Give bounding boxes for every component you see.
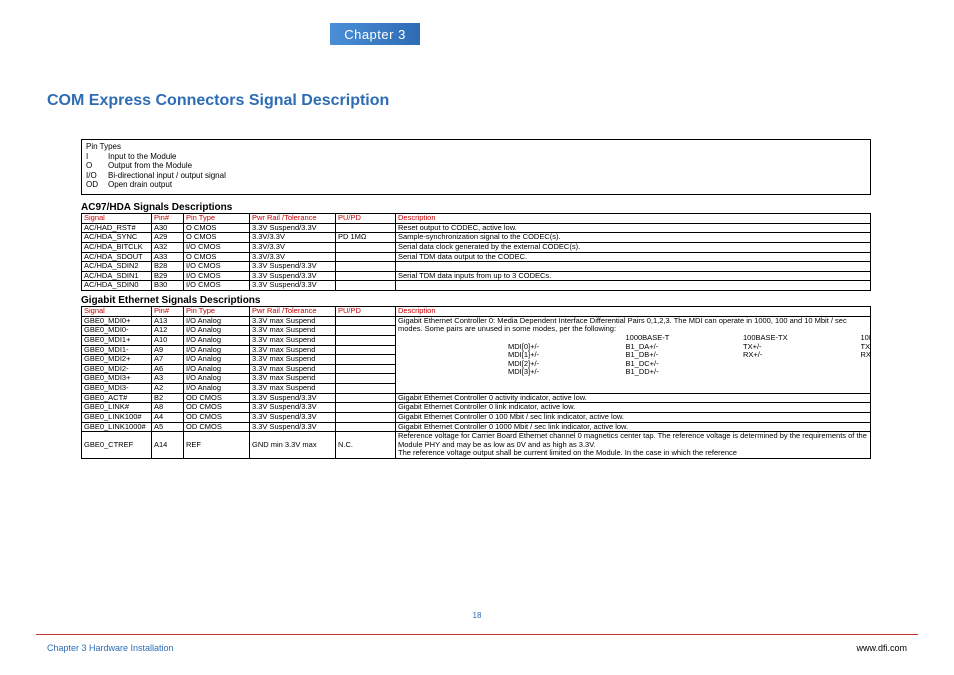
col-header: Pin Type bbox=[184, 214, 250, 224]
table-row: AC/HDA_SDIN1B29I/O CMOS3.3V Suspend/3.3V… bbox=[82, 271, 871, 281]
col-header: Description bbox=[396, 214, 871, 224]
page-title: COM Express Connectors Signal Descriptio… bbox=[47, 92, 389, 110]
col-header: PU/PD bbox=[336, 307, 396, 317]
col-header: Signal bbox=[82, 307, 152, 317]
gbe-table: SignalPin#Pin TypePwr Rail /TolerancePU/… bbox=[81, 306, 871, 459]
col-header: Signal bbox=[82, 214, 152, 224]
table-row: GBE0_LINK100#A4OD CMOS3.3V Suspend/3.3VG… bbox=[82, 412, 871, 422]
gbe-title: Gigabit Ethernet Signals Descriptions bbox=[81, 295, 871, 306]
col-header: PU/PD bbox=[336, 214, 396, 224]
gbe-table-wrap: Gigabit Ethernet Signals Descriptions Si… bbox=[81, 295, 871, 459]
pin-type-row: OOutput from the Module bbox=[86, 161, 866, 171]
ac97-table-wrap: AC97/HDA Signals Descriptions SignalPin#… bbox=[81, 202, 871, 291]
ac97-title: AC97/HDA Signals Descriptions bbox=[81, 202, 871, 213]
pin-types-box: Pin Types IInput to the ModuleOOutput fr… bbox=[81, 139, 871, 195]
col-header: Pin Type bbox=[184, 307, 250, 317]
col-header: Pin# bbox=[152, 214, 184, 224]
table-row: GBE0_CTREFA14REFGND min 3.3V maxN.C.Refe… bbox=[82, 432, 871, 459]
footer-left: Chapter 3 Hardware Installation bbox=[47, 643, 174, 653]
col-header: Pin# bbox=[152, 307, 184, 317]
footer-rule bbox=[36, 634, 918, 635]
col-header: Description bbox=[396, 307, 871, 317]
table-row: AC/HDA_BITCLKA32I/O CMOS3.3V/3.3VSerial … bbox=[82, 242, 871, 252]
table-row: AC/HDA_SDIN2B28I/O CMOS3.3V Suspend/3.3V bbox=[82, 262, 871, 272]
pin-types-header: Pin Types bbox=[86, 142, 866, 152]
table-row: AC/HAD_RST#A30O CMOS3.3V Suspend/3.3VRes… bbox=[82, 223, 871, 233]
col-header: Pwr Rail /Tolerance bbox=[250, 214, 336, 224]
pin-type-row: ODOpen drain output bbox=[86, 180, 866, 190]
table-row: GBE0_ACT#B2OD CMOS3.3V Suspend/3.3VGigab… bbox=[82, 393, 871, 403]
ac97-table: SignalPin#Pin TypePwr Rail /TolerancePU/… bbox=[81, 213, 871, 291]
table-row: AC/HDA_SDIN0B30I/O CMOS3.3V Suspend/3.3V bbox=[82, 281, 871, 291]
table-row: GBE0_LINK#A8OD CMOS3.3V Suspend/3.3VGiga… bbox=[82, 403, 871, 413]
chapter-tab: Chapter 3 bbox=[330, 23, 420, 45]
mdi-desc-cell: Gigabit Ethernet Controller 0: Media Dep… bbox=[396, 316, 871, 393]
table-row: GBE0_MDI0+A13I/O Analog3.3V max SuspendG… bbox=[82, 316, 871, 326]
table-row: AC/HDA_SDOUTA33O CMOS3.3V/3.3VSerial TDM… bbox=[82, 252, 871, 262]
table-row: GBE0_LINK1000#A5OD CMOS3.3V Suspend/3.3V… bbox=[82, 422, 871, 432]
col-header: Pwr Rail /Tolerance bbox=[250, 307, 336, 317]
page-number: 18 bbox=[0, 611, 954, 620]
pin-type-row: IInput to the Module bbox=[86, 152, 866, 162]
table-row: AC/HDA_SYNCA29O CMOS3.3V/3.3VPD 1MΩSampl… bbox=[82, 233, 871, 243]
footer-right: www.dfi.com bbox=[856, 643, 907, 653]
pin-type-row: I/OBi-directional input / output signal bbox=[86, 171, 866, 181]
